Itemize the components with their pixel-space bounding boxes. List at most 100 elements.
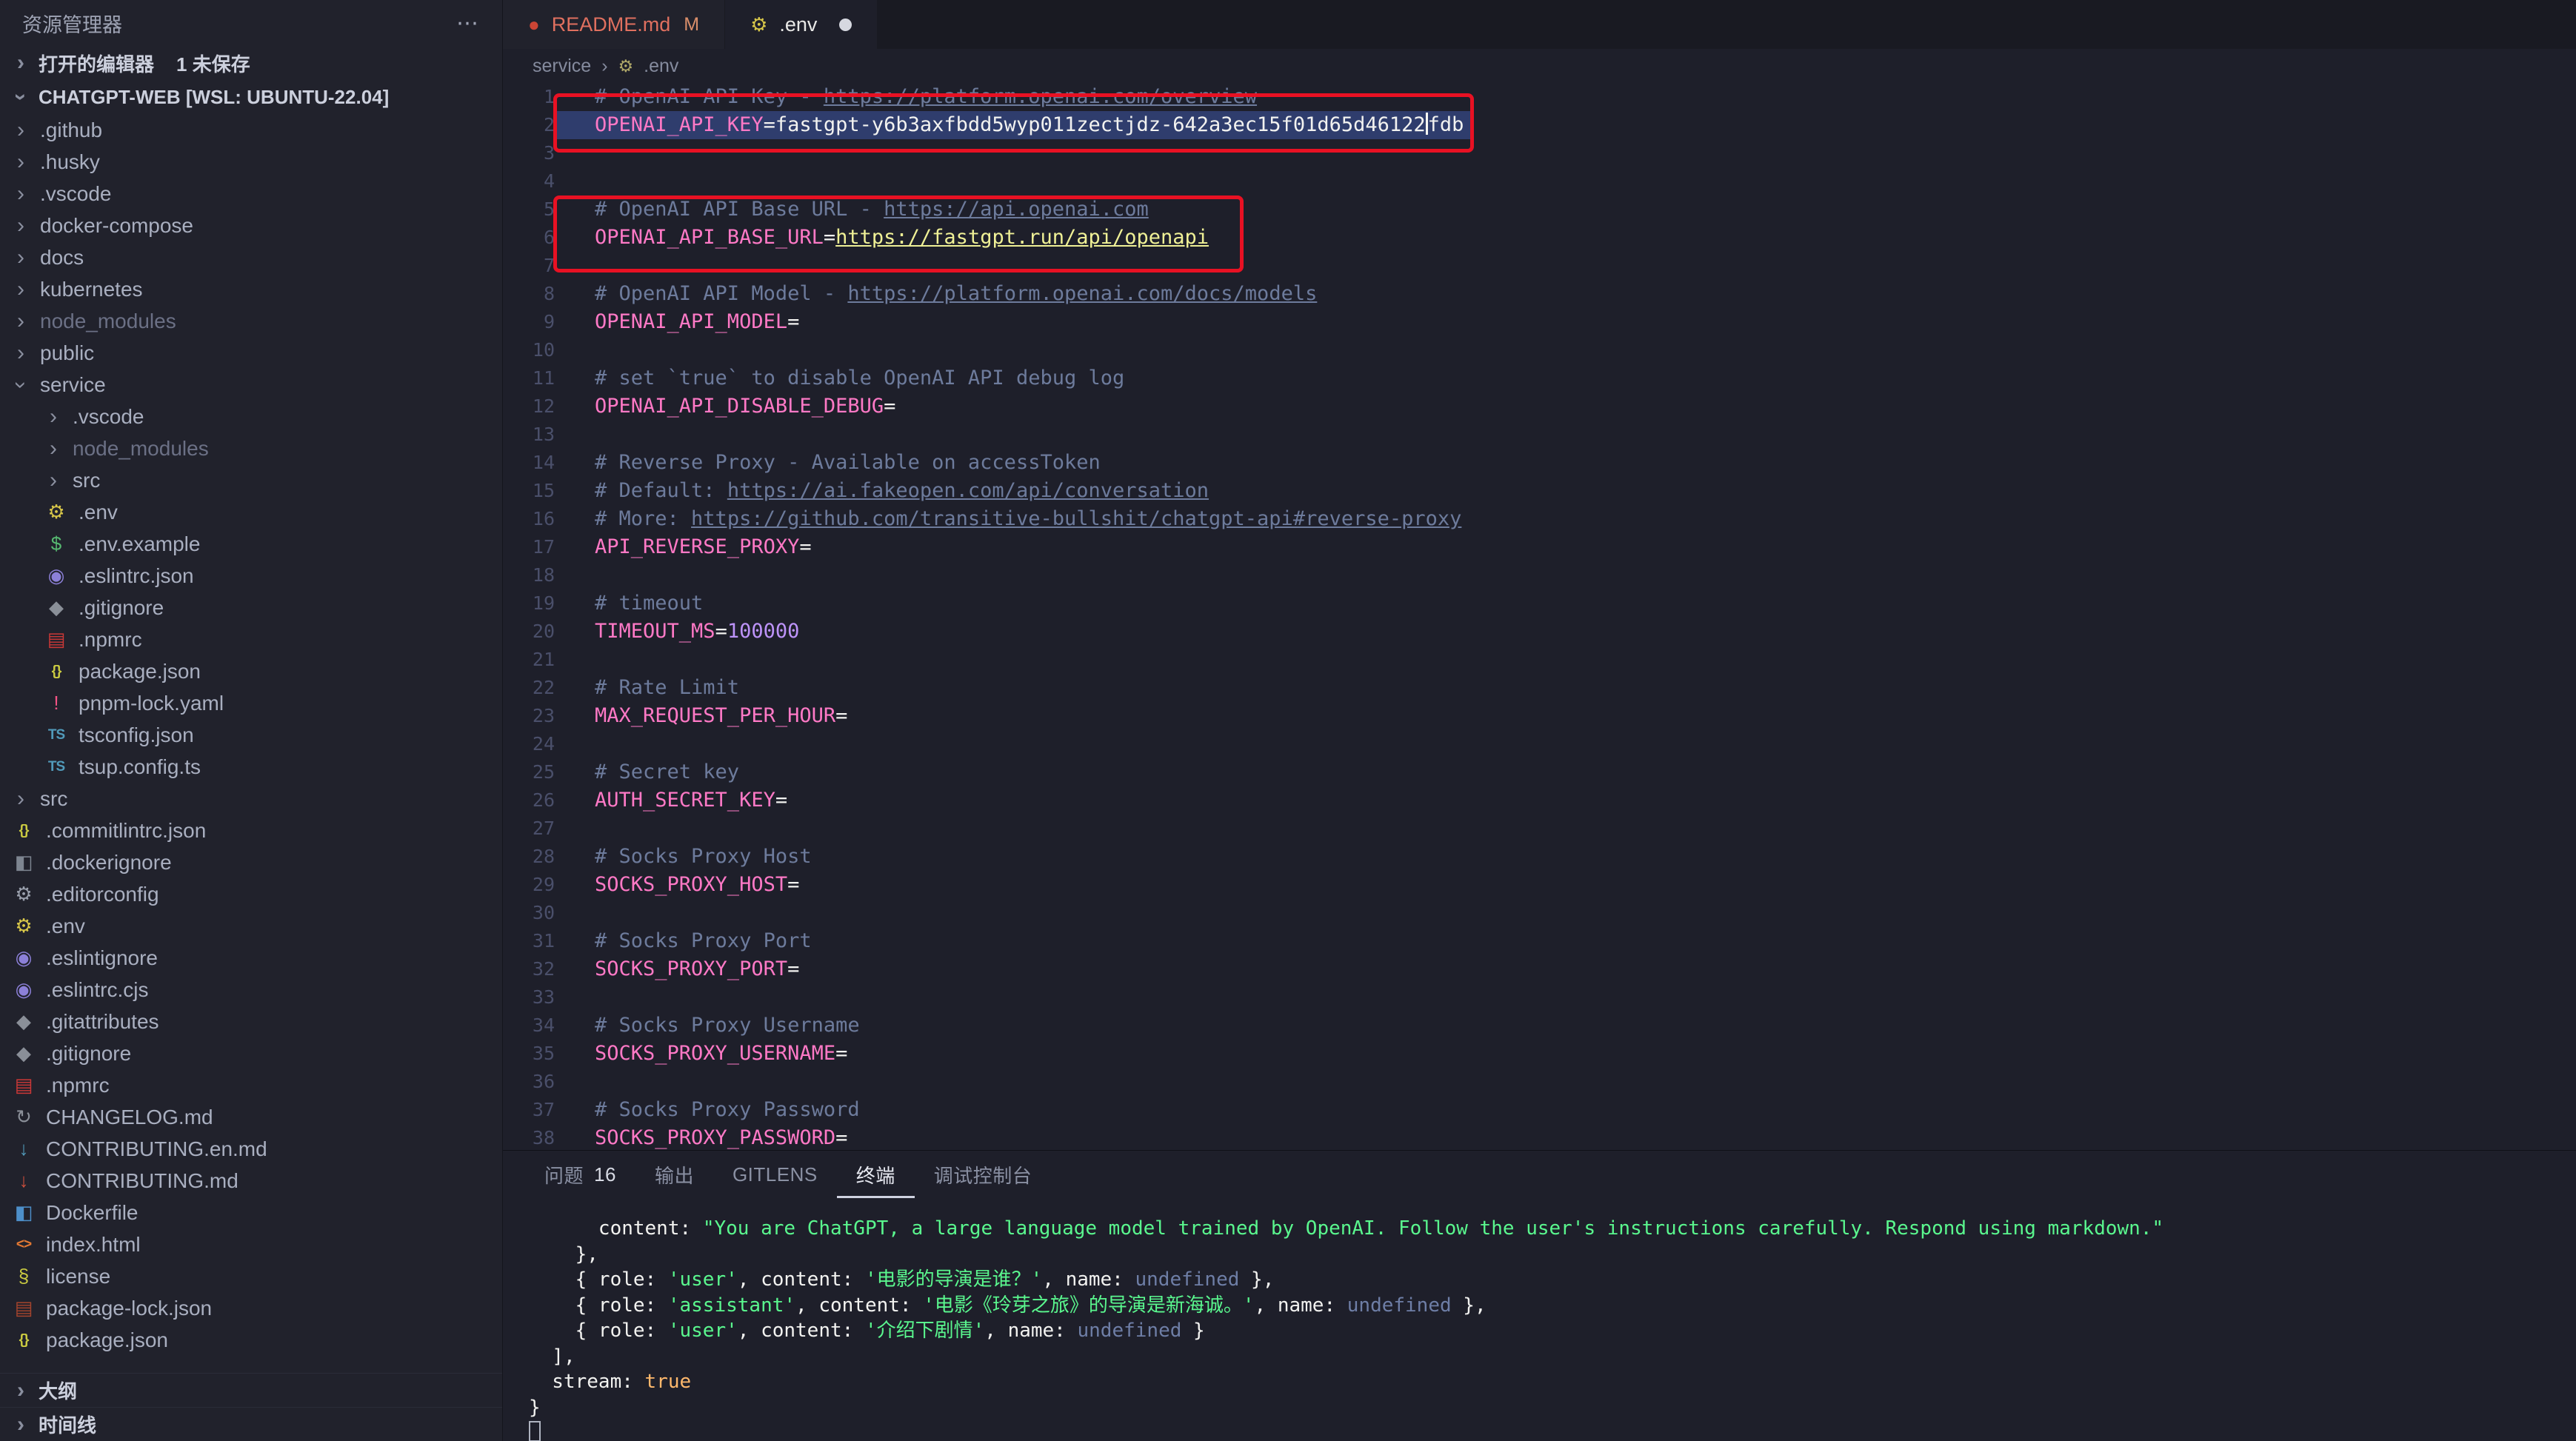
code-line-17[interactable]: 17API_REVERSE_PROXY= <box>503 533 2576 561</box>
code-line-3[interactable]: 3 <box>503 139 2576 167</box>
tree-file-.editorconfig[interactable]: ⚙.editorconfig <box>0 878 502 910</box>
code-line-2[interactable]: 2OPENAI_API_KEY=fastgpt-y6b3axfbdd5wyp01… <box>503 111 2576 139</box>
code-line-27[interactable]: 27 <box>503 815 2576 843</box>
code-line-22[interactable]: 22# Rate Limit <box>503 674 2576 702</box>
code-line-32[interactable]: 32SOCKS_PROXY_PORT= <box>503 955 2576 983</box>
line-number: 15 <box>503 477 555 505</box>
tree-folder-docker-compose[interactable]: ›docker-compose <box>0 210 502 241</box>
tree-file-.dockerignore[interactable]: ◧.dockerignore <box>0 846 502 878</box>
timeline-section[interactable]: › 时间线 <box>0 1407 502 1441</box>
tree-file-CONTRIBUTING.en.md[interactable]: ↓CONTRIBUTING.en.md <box>0 1133 502 1165</box>
code-line-19[interactable]: 19# timeout <box>503 589 2576 618</box>
code-line-21[interactable]: 21 <box>503 646 2576 674</box>
code-line-7[interactable]: 7 <box>503 252 2576 280</box>
code-line-20[interactable]: 20TIMEOUT_MS=100000 <box>503 618 2576 646</box>
code-line-31[interactable]: 31# Socks Proxy Port <box>503 927 2576 955</box>
tab-readme[interactable]: ●README.mdM <box>503 0 725 49</box>
tree-file-.eslintrc.cjs[interactable]: ◉.eslintrc.cjs <box>0 974 502 1006</box>
panel-tab-终端[interactable]: 终端 <box>837 1151 915 1198</box>
dirty-indicator[interactable] <box>839 19 852 31</box>
tree-file-.env[interactable]: ⚙.env <box>0 496 502 528</box>
tree-folder-service[interactable]: ›service <box>0 369 502 401</box>
tree-file-.npmrc[interactable]: ▤.npmrc <box>0 623 502 655</box>
panel-tab-调试控制台[interactable]: 调试控制台 <box>915 1151 1052 1198</box>
code-line-8[interactable]: 8# OpenAI API Model - https://platform.o… <box>503 280 2576 308</box>
tree-file-package.json[interactable]: {}package.json <box>0 1324 502 1356</box>
terminal[interactable]: content: "You are ChatGPT, a large langu… <box>503 1198 2576 1441</box>
tree-file-.env[interactable]: ⚙.env <box>0 910 502 942</box>
tree-folder-docs[interactable]: ›docs <box>0 241 502 273</box>
panel-tab-输出[interactable]: 输出 <box>635 1151 713 1198</box>
tree-folder-src[interactable]: ›src <box>0 464 502 496</box>
code-line-24[interactable]: 24 <box>503 730 2576 758</box>
code-line-36[interactable]: 36 <box>503 1068 2576 1096</box>
code-line-5[interactable]: 5# OpenAI API Base URL - https://api.ope… <box>503 195 2576 224</box>
chevron-right-icon: › <box>43 404 64 429</box>
line-number: 20 <box>503 618 555 646</box>
code-line-18[interactable]: 18 <box>503 561 2576 589</box>
code-line-23[interactable]: 23MAX_REQUEST_PER_HOUR= <box>503 702 2576 730</box>
tree-file-index.html[interactable]: <>index.html <box>0 1228 502 1260</box>
tab-env[interactable]: ⚙.env <box>725 0 878 49</box>
tree-file-CONTRIBUTING.md[interactable]: ↓CONTRIBUTING.md <box>0 1165 502 1197</box>
code-line-11[interactable]: 11# set `true` to disable OpenAI API deb… <box>503 364 2576 392</box>
code-line-6[interactable]: 6OPENAI_API_BASE_URL=https://fastgpt.run… <box>503 224 2576 252</box>
code-line-15[interactable]: 15# Default: https://ai.fakeopen.com/api… <box>503 477 2576 505</box>
tree-file-tsconfig.json[interactable]: TStsconfig.json <box>0 719 502 751</box>
code-line-1[interactable]: 1# OpenAI API Key - https://platform.ope… <box>503 83 2576 111</box>
code-line-38[interactable]: 38SOCKS_PROXY_PASSWORD= <box>503 1124 2576 1150</box>
open-editors-section[interactable]: › 打开的编辑器 1 未保存 <box>0 46 502 80</box>
tree-folder-node_modules[interactable]: ›node_modules <box>0 432 502 464</box>
tree-folder-.vscode[interactable]: ›.vscode <box>0 178 502 210</box>
code-line-29[interactable]: 29SOCKS_PROXY_HOST= <box>503 871 2576 899</box>
line-number: 23 <box>503 702 555 730</box>
code-line-10[interactable]: 10 <box>503 336 2576 364</box>
tree-folder-src[interactable]: ›src <box>0 783 502 815</box>
outline-section[interactable]: › 大纲 <box>0 1373 502 1407</box>
tree-file-Dockerfile[interactable]: ◧Dockerfile <box>0 1197 502 1228</box>
tree-folder-.vscode[interactable]: ›.vscode <box>0 401 502 432</box>
code-line-12[interactable]: 12OPENAI_API_DISABLE_DEBUG= <box>503 392 2576 421</box>
tree-file-.gitattributes[interactable]: ◆.gitattributes <box>0 1006 502 1037</box>
code-line-28[interactable]: 28# Socks Proxy Host <box>503 843 2576 871</box>
breadcrumb-file[interactable]: .env <box>644 56 678 77</box>
tree-file-.gitignore[interactable]: ◆.gitignore <box>0 1037 502 1069</box>
code-line-25[interactable]: 25# Secret key <box>503 758 2576 786</box>
tree-file-license[interactable]: §license <box>0 1260 502 1292</box>
panel-tab-问题[interactable]: 问题16 <box>525 1151 635 1198</box>
code-line-9[interactable]: 9OPENAI_API_MODEL= <box>503 308 2576 336</box>
code-editor[interactable]: 1# OpenAI API Key - https://platform.ope… <box>503 83 2576 1150</box>
code-line-30[interactable]: 30 <box>503 899 2576 927</box>
breadcrumb-folder[interactable]: service <box>533 56 591 77</box>
code-line-26[interactable]: 26AUTH_SECRET_KEY= <box>503 786 2576 815</box>
more-actions-button[interactable]: ⋯ <box>456 10 480 36</box>
tree-file-.npmrc[interactable]: ▤.npmrc <box>0 1069 502 1101</box>
code-line-4[interactable]: 4 <box>503 167 2576 195</box>
tree-file-tsup.config.ts[interactable]: TStsup.config.ts <box>0 751 502 783</box>
tree-file-.eslintrc.json[interactable]: ◉.eslintrc.json <box>0 560 502 592</box>
code-line-33[interactable]: 33 <box>503 983 2576 1012</box>
tree-folder-public[interactable]: ›public <box>0 337 502 369</box>
code-line-13[interactable]: 13 <box>503 421 2576 449</box>
tree-folder-node_modules[interactable]: ›node_modules <box>0 305 502 337</box>
tree-file-.eslintignore[interactable]: ◉.eslintignore <box>0 942 502 974</box>
code-line-16[interactable]: 16# More: https://github.com/transitive-… <box>503 505 2576 533</box>
tree-file-.commitlintrc.json[interactable]: {}.commitlintrc.json <box>0 815 502 846</box>
tree-file-.gitignore[interactable]: ◆.gitignore <box>0 592 502 623</box>
code-line-37[interactable]: 37# Socks Proxy Password <box>503 1096 2576 1124</box>
tree-file-pnpm-lock.yaml[interactable]: !pnpm-lock.yaml <box>0 687 502 719</box>
tree-folder-.github[interactable]: ›.github <box>0 114 502 146</box>
code-line-34[interactable]: 34# Socks Proxy Username <box>503 1012 2576 1040</box>
panel-tab-GITLENS[interactable]: GITLENS <box>713 1151 837 1198</box>
tree-file-CHANGELOG.md[interactable]: ↻CHANGELOG.md <box>0 1101 502 1133</box>
code-line-14[interactable]: 14# Reverse Proxy - Available on accessT… <box>503 449 2576 477</box>
tree-file-package.json[interactable]: {}package.json <box>0 655 502 687</box>
line-text: TIMEOUT_MS=100000 <box>555 618 807 646</box>
tree-file-package-lock.json[interactable]: ▤package-lock.json <box>0 1292 502 1324</box>
tree-file-.env.example[interactable]: $.env.example <box>0 528 502 560</box>
breadcrumb[interactable]: service › ⚙ .env <box>503 49 2576 83</box>
tree-folder-kubernetes[interactable]: ›kubernetes <box>0 273 502 305</box>
project-root-section[interactable]: › CHATGPT-WEB [WSL: UBUNTU-22.04] <box>0 80 502 114</box>
tree-folder-.husky[interactable]: ›.husky <box>0 146 502 178</box>
code-line-35[interactable]: 35SOCKS_PROXY_USERNAME= <box>503 1040 2576 1068</box>
